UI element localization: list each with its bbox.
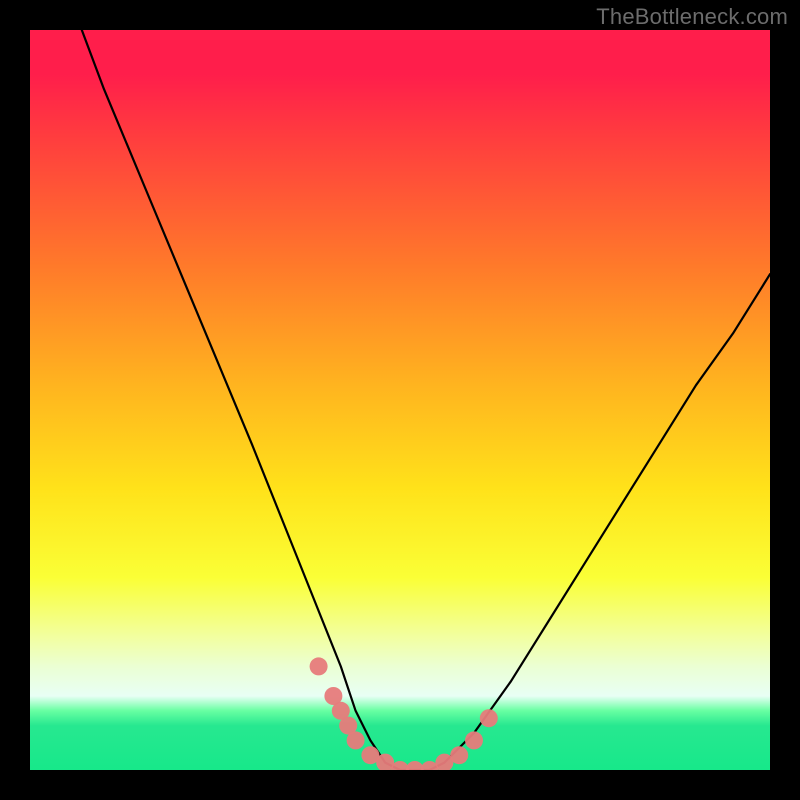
curve-marker xyxy=(450,746,468,764)
curve-markers xyxy=(310,657,498,770)
curve-marker xyxy=(310,657,328,675)
curve-marker xyxy=(465,731,483,749)
watermark-text: TheBottleneck.com xyxy=(596,4,788,30)
curve-marker xyxy=(347,731,365,749)
plot-area xyxy=(30,30,770,770)
chart-frame: TheBottleneck.com xyxy=(0,0,800,800)
curve-line xyxy=(82,30,770,770)
bottleneck-curve xyxy=(30,30,770,770)
curve-marker xyxy=(480,709,498,727)
